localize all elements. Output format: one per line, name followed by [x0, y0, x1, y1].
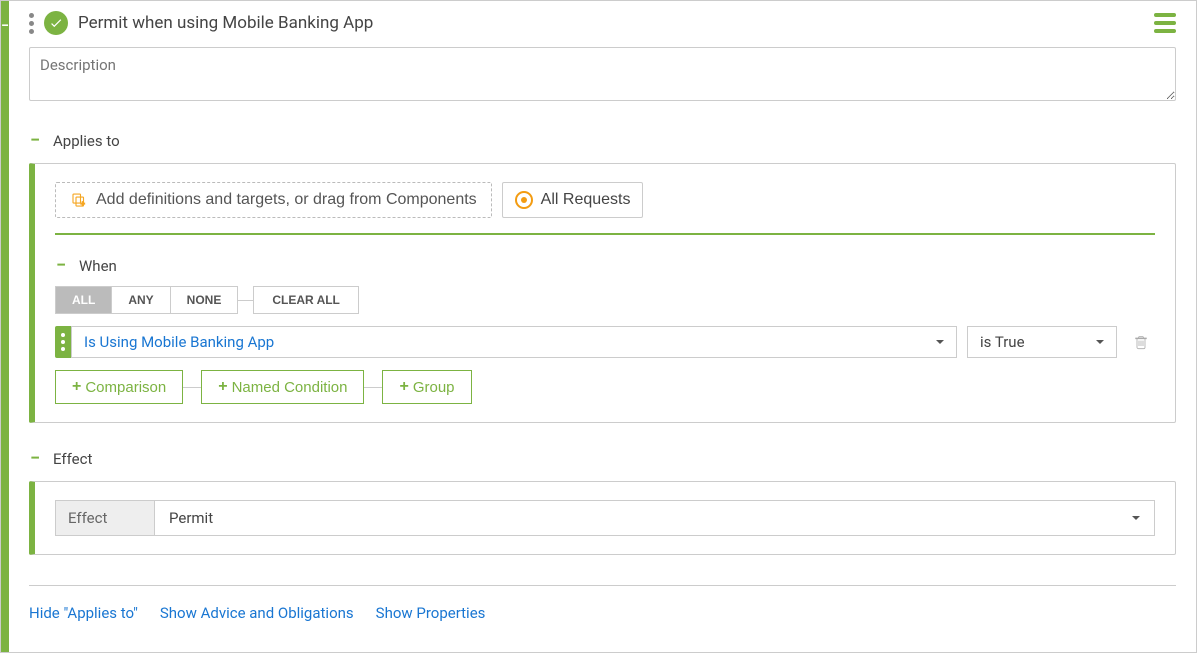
applies-to-header: − Applies to — [29, 130, 1176, 151]
add-group-button[interactable]: + Group — [382, 370, 471, 404]
clear-all-button[interactable]: CLEAR ALL — [253, 286, 359, 314]
footer-links: Hide "Applies to" Show Advice and Obliga… — [29, 585, 1176, 622]
description-input[interactable] — [29, 47, 1176, 101]
condition-drag-handle-icon[interactable] — [55, 326, 71, 358]
hamburger-menu-icon[interactable] — [1154, 13, 1176, 33]
chevron-down-icon — [1096, 340, 1104, 344]
add-comparison-button[interactable]: + Comparison — [55, 370, 183, 404]
targets-row: + Add definitions and targets, or drag f… — [55, 182, 1155, 218]
condition-row: Is Using Mobile Banking App is True — [55, 326, 1155, 358]
svg-text:+: + — [81, 199, 86, 208]
rule-left-accent: − — [1, 1, 9, 652]
show-advice-link[interactable]: Show Advice and Obligations — [160, 604, 354, 622]
add-connector — [183, 387, 201, 388]
effect-header: − Effect — [29, 448, 1176, 469]
add-definitions-label: Add definitions and targets, or drag fro… — [96, 191, 477, 209]
rule-collapse-toggle[interactable]: − — [1, 19, 9, 33]
effect-value: Permit — [169, 509, 213, 527]
rule-container: − Permit when using Mobile Banking App −… — [0, 0, 1197, 653]
applies-to-title: Applies to — [53, 132, 120, 150]
plus-icon: + — [218, 378, 227, 396]
rule-header: Permit when using Mobile Banking App — [29, 11, 1176, 35]
toggle-none-button[interactable]: NONE — [171, 286, 239, 314]
hide-applies-to-link[interactable]: Hide "Applies to" — [29, 604, 138, 622]
add-named-condition-label: Named Condition — [232, 379, 348, 396]
effect-panel: Effect Permit — [29, 481, 1176, 555]
add-definitions-button[interactable]: + Add definitions and targets, or drag f… — [55, 182, 492, 218]
effect-title: Effect — [53, 450, 92, 468]
panel-divider — [55, 233, 1155, 235]
applies-to-panel: + Add definitions and targets, or drag f… — [29, 163, 1176, 423]
add-buttons-row: + Comparison + Named Condition + Group — [55, 370, 1155, 404]
toggle-any-button[interactable]: ANY — [112, 286, 170, 314]
condition-value-select[interactable]: is True — [967, 326, 1117, 358]
target-icon — [515, 191, 533, 209]
toggle-all-button[interactable]: ALL — [55, 286, 112, 314]
when-section: − When ALL ANY NONE CLEAR ALL — [55, 255, 1155, 404]
all-requests-button[interactable]: All Requests — [502, 182, 644, 218]
delete-condition-button[interactable] — [1127, 326, 1155, 358]
effect-collapse-toggle[interactable]: − — [29, 448, 41, 469]
plus-icon: + — [399, 378, 408, 396]
trash-icon — [1133, 334, 1149, 350]
chevron-down-icon — [936, 340, 944, 344]
drag-handle-icon[interactable] — [29, 13, 34, 34]
plus-icon: + — [72, 378, 81, 396]
chevron-down-icon — [1132, 516, 1140, 520]
when-collapse-toggle[interactable]: − — [55, 255, 67, 276]
effect-section: − Effect Effect Permit — [29, 448, 1176, 555]
add-comparison-label: Comparison — [85, 379, 166, 396]
applies-to-section: − Applies to + Add definitions and tar — [29, 130, 1176, 423]
rule-main: Permit when using Mobile Banking App − A… — [9, 1, 1196, 652]
effect-select[interactable]: Permit — [155, 500, 1155, 536]
add-connector — [364, 387, 382, 388]
condition-name-label: Is Using Mobile Banking App — [84, 333, 274, 351]
copy-add-icon: + — [70, 191, 88, 209]
when-title: When — [79, 257, 117, 275]
rule-title[interactable]: Permit when using Mobile Banking App — [78, 13, 1144, 33]
toggle-connector — [238, 300, 253, 301]
when-controls: ALL ANY NONE CLEAR ALL — [55, 286, 1155, 314]
effect-row: Effect Permit — [55, 500, 1155, 536]
effect-label: Effect — [55, 500, 155, 536]
all-requests-label: All Requests — [541, 191, 631, 209]
permit-check-icon — [44, 11, 68, 35]
mode-toggle-group: ALL ANY NONE — [55, 286, 238, 314]
condition-name-select[interactable]: Is Using Mobile Banking App — [71, 326, 957, 358]
add-named-condition-button[interactable]: + Named Condition — [201, 370, 364, 404]
add-group-label: Group — [413, 379, 455, 396]
show-properties-link[interactable]: Show Properties — [376, 604, 486, 622]
applies-to-collapse-toggle[interactable]: − — [29, 130, 41, 151]
when-header: − When — [55, 255, 1155, 276]
condition-value-label: is True — [980, 333, 1025, 351]
